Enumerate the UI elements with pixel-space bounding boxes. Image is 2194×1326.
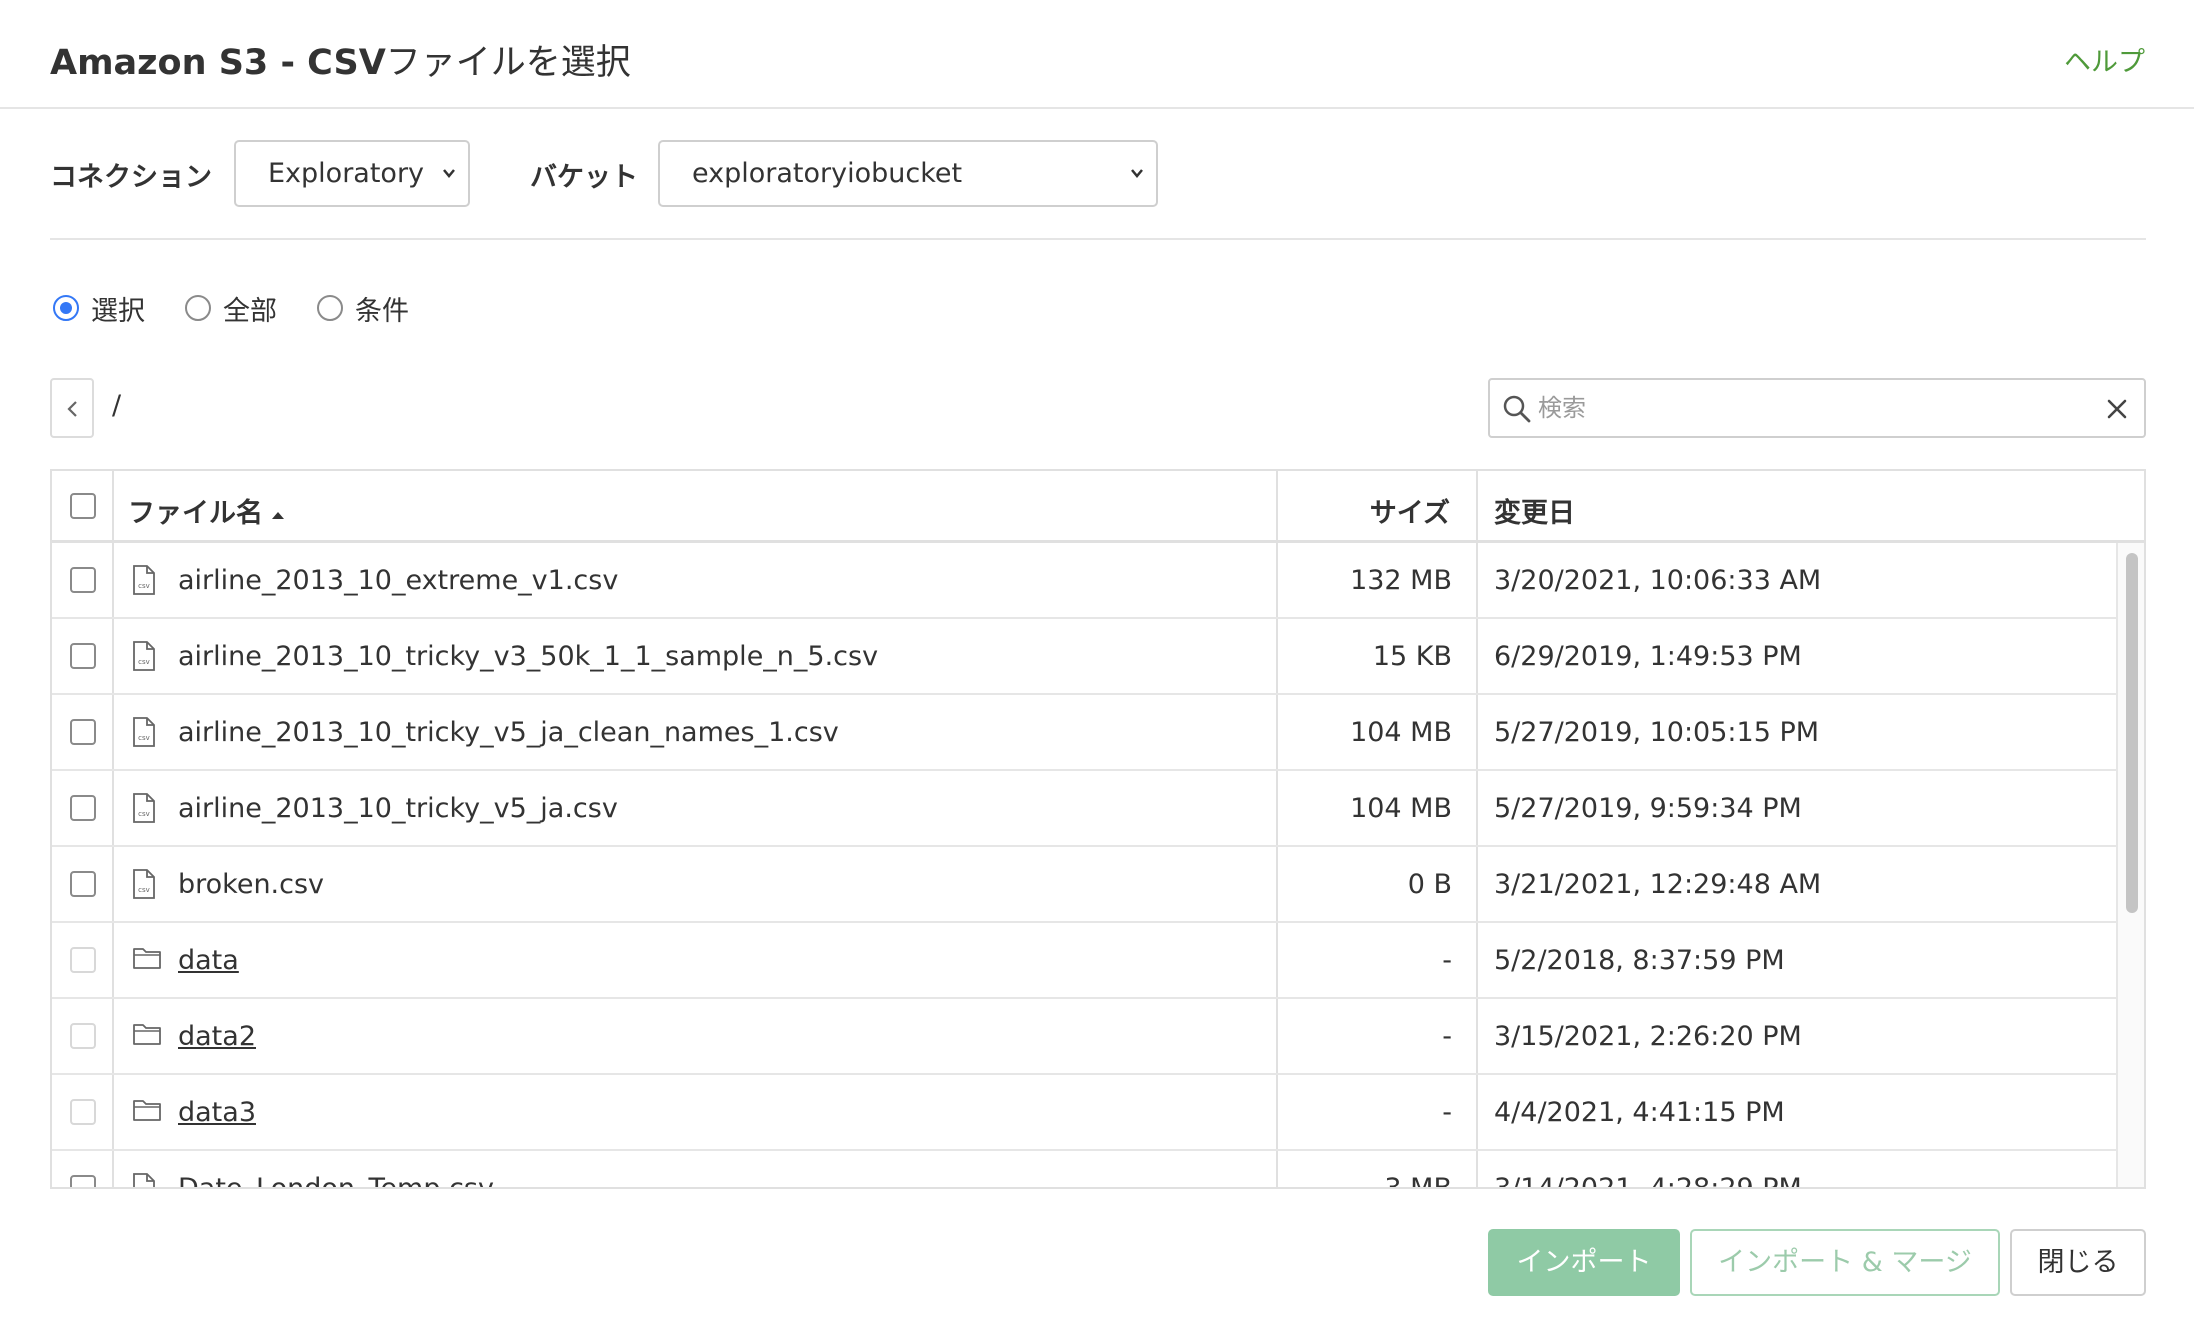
radio-button[interactable]: [317, 295, 343, 321]
column-header-date[interactable]: 変更日: [1494, 491, 1575, 530]
back-button[interactable]: [50, 378, 94, 438]
chevron-left-icon: [67, 401, 77, 417]
file-size: -: [1442, 945, 1452, 976]
file-size: 0 B: [1407, 869, 1452, 900]
column-header-name[interactable]: ファイル名: [128, 491, 285, 530]
folder-link[interactable]: data: [178, 945, 239, 976]
close-icon[interactable]: [2106, 398, 2128, 420]
modified-date: 3/15/2021, 2:26:20 PM: [1494, 1021, 1802, 1052]
file-name: airline_2013_10_extreme_v1.csv: [178, 565, 619, 596]
sort-ascending-icon: [272, 511, 284, 519]
file-table: ファイル名 サイズ 変更日 csv airline_2013_10_extreme…: [50, 469, 2146, 1189]
csv-file-icon: csv: [132, 793, 156, 827]
file-size: 132 MB: [1350, 565, 1452, 596]
row-checkbox: [70, 1099, 96, 1125]
row-checkbox: [70, 1023, 96, 1049]
folder-icon: [132, 945, 162, 975]
modified-date: 5/27/2019, 10:05:15 PM: [1494, 717, 1820, 748]
svg-text:csv: csv: [138, 886, 150, 894]
file-name: airline_2013_10_tricky_v5_ja.csv: [178, 793, 618, 824]
table-row[interactable]: csv broken.csv 0 B 3/21/2021, 12:29:48 AM: [52, 847, 2116, 923]
modified-date: 3/20/2021, 10:06:33 AM: [1494, 565, 1822, 596]
svg-text:csv: csv: [138, 582, 150, 590]
import-merge-button[interactable]: インポート & マージ: [1690, 1229, 2000, 1296]
dialog-title: Amazon S3 - CSVファイルを選択: [50, 43, 631, 83]
modified-date: 3/14/2021, 4:28:29 PM: [1494, 1173, 1802, 1189]
connection-label: コネクション: [50, 162, 212, 193]
file-size: -: [1442, 1021, 1452, 1052]
modified-date: 5/2/2018, 8:37:59 PM: [1494, 945, 1785, 976]
radio-condition[interactable]: 条件: [317, 289, 409, 328]
search-input[interactable]: [1538, 390, 2078, 426]
row-checkbox[interactable]: [70, 719, 96, 745]
svg-text:csv: csv: [138, 810, 150, 818]
file-name: airline_2013_10_tricky_v3_50k_1_1_sample…: [178, 641, 879, 672]
divider: [50, 238, 2146, 240]
modified-date: 6/29/2019, 1:49:53 PM: [1494, 641, 1802, 672]
radio-button[interactable]: [53, 295, 79, 321]
search-icon: [1503, 395, 1531, 423]
radio-select[interactable]: 選択: [53, 289, 145, 328]
file-size: 3 MB: [1384, 1173, 1452, 1189]
row-checkbox: [70, 947, 96, 973]
folder-link[interactable]: data2: [178, 1021, 256, 1052]
scrollbar-thumb[interactable]: [2126, 553, 2138, 913]
row-checkbox[interactable]: [70, 871, 96, 897]
row-checkbox[interactable]: [70, 567, 96, 593]
table-row[interactable]: data2 - 3/15/2021, 2:26:20 PM: [52, 999, 2116, 1075]
dialog-header: Amazon S3 - CSVファイルを選択 ヘルプ: [0, 0, 2194, 109]
table-row[interactable]: data3 - 4/4/2021, 4:41:15 PM: [52, 1075, 2116, 1151]
file-size: 104 MB: [1350, 793, 1452, 824]
radio-label: 条件: [355, 295, 409, 327]
folder-icon: [132, 1021, 162, 1051]
csv-file-icon: csv: [132, 869, 156, 903]
select-all-checkbox[interactable]: [70, 493, 96, 519]
close-button[interactable]: 閉じる: [2010, 1229, 2146, 1296]
file-size: 104 MB: [1350, 717, 1452, 748]
file-size: -: [1442, 1097, 1452, 1128]
modified-date: 3/21/2021, 12:29:48 AM: [1494, 869, 1822, 900]
chevron-down-icon: [1131, 169, 1143, 178]
radio-all[interactable]: 全部: [185, 289, 277, 328]
radio-button[interactable]: [185, 295, 211, 321]
file-name: airline_2013_10_tricky_v5_ja_clean_names…: [178, 717, 839, 748]
scrollbar[interactable]: [2116, 543, 2144, 1187]
csv-file-icon: csv: [132, 641, 156, 675]
column-header-size[interactable]: サイズ: [1370, 491, 1450, 530]
radio-label: 選択: [91, 295, 145, 327]
bucket-label: バケット: [530, 162, 638, 193]
table-row[interactable]: csv airline_2013_10_tricky_v5_ja_clean_na…: [52, 695, 2116, 771]
connection-select[interactable]: Exploratory: [234, 140, 470, 207]
modified-date: 5/27/2019, 9:59:34 PM: [1494, 793, 1802, 824]
current-path: /: [112, 390, 122, 421]
selection-mode-group: 選択 全部 条件: [53, 289, 449, 328]
file-name: broken.csv: [178, 869, 325, 900]
row-checkbox[interactable]: [70, 795, 96, 821]
svg-text:csv: csv: [138, 734, 150, 742]
folder-icon: [132, 1097, 162, 1127]
import-button[interactable]: インポート: [1488, 1229, 1680, 1296]
folder-link[interactable]: data3: [178, 1097, 256, 1128]
help-link[interactable]: ヘルプ: [2064, 40, 2145, 79]
radio-label: 全部: [223, 295, 277, 327]
modified-date: 4/4/2021, 4:41:15 PM: [1494, 1097, 1785, 1128]
search-box: [1488, 378, 2146, 438]
file-name: Date_London_Temp.csv: [178, 1173, 494, 1189]
table-row[interactable]: csv airline_2013_10_extreme_v1.csv 132 MB 3…: [52, 543, 2116, 619]
table-row[interactable]: csv airline_2013_10_tricky_v3_50k_1_1_sam…: [52, 619, 2116, 695]
bucket-select[interactable]: exploratoryiobucket: [658, 140, 1158, 207]
table-row[interactable]: csv Date_London_Temp.csv 3 MB 3/14/2021, 4:…: [52, 1151, 2116, 1189]
csv-file-icon: csv: [132, 1173, 156, 1187]
table-row[interactable]: csv airline_2013_10_tricky_v5_ja.csv 104 M…: [52, 771, 2116, 847]
row-checkbox[interactable]: [70, 1175, 96, 1187]
csv-file-icon: csv: [132, 717, 156, 751]
chevron-down-icon: [443, 169, 455, 178]
file-size: 15 KB: [1372, 641, 1452, 672]
table-row[interactable]: data - 5/2/2018, 8:37:59 PM: [52, 923, 2116, 999]
csv-file-icon: csv: [132, 565, 156, 599]
table-header: ファイル名 サイズ 変更日: [52, 471, 2144, 543]
row-checkbox[interactable]: [70, 643, 96, 669]
svg-text:csv: csv: [138, 658, 150, 666]
